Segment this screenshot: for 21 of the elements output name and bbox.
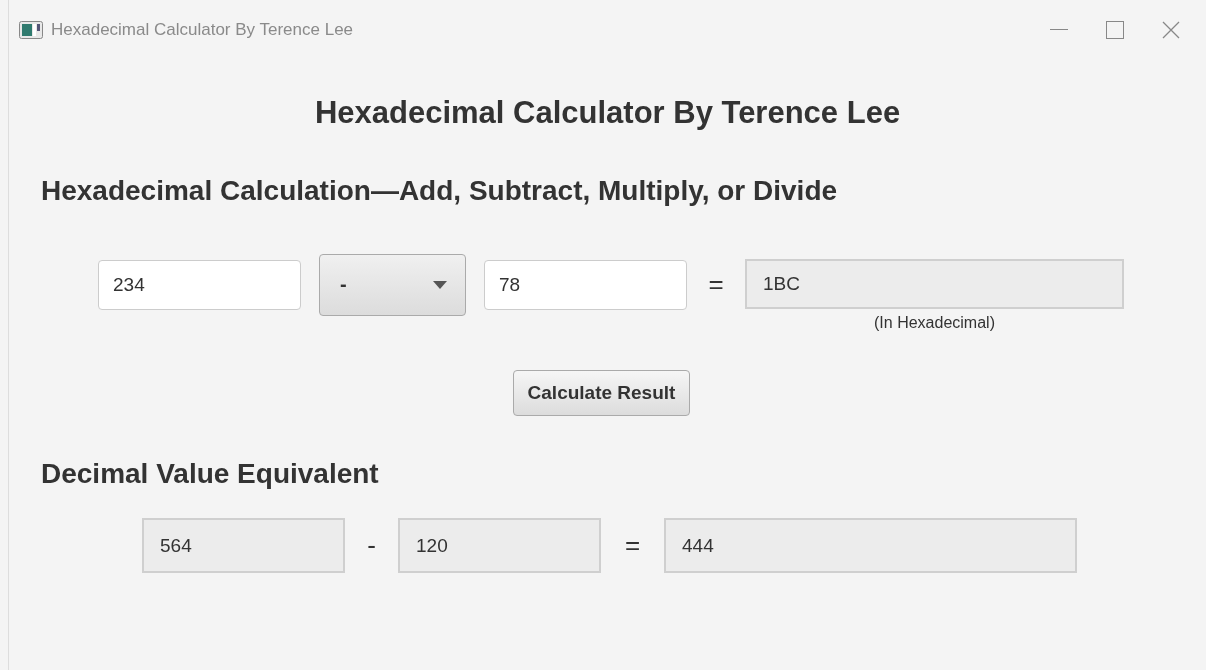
- equals-sign: =: [707, 269, 725, 300]
- decimal-field: 120: [398, 518, 601, 573]
- operator-dropdown[interactable]: -: [319, 253, 466, 316]
- calculate-button[interactable]: Calculate Result: [512, 370, 691, 416]
- input-field[interactable]: 234: [98, 259, 301, 310]
- window-title: Hexadecimal Calculator By Terence Lee: [51, 20, 354, 40]
- decimal-field: 564: [142, 518, 345, 573]
- minimize-icon[interactable]: [1050, 29, 1068, 31]
- section-title: Decimal Value Equivalent: [41, 458, 380, 490]
- equals-sign: =: [623, 530, 642, 561]
- close-icon[interactable]: [1162, 21, 1180, 39]
- result-caption: (In Hexadecimal): [874, 314, 995, 332]
- input-field[interactable]: 78: [484, 259, 687, 310]
- operator-sign: -: [366, 530, 377, 561]
- app-icon: [19, 21, 43, 39]
- maximize-icon[interactable]: [1106, 21, 1124, 39]
- caret-icon: [433, 280, 447, 289]
- page-heading: Hexadecimal Calculator By Terence Lee: [313, 95, 902, 131]
- result-field: 1BC: [745, 259, 1124, 309]
- section-title: Hexadecimal Calculation—Add, Subtract, Multiply, or Divide: [41, 175, 839, 207]
- result-field: 444: [664, 518, 1077, 573]
